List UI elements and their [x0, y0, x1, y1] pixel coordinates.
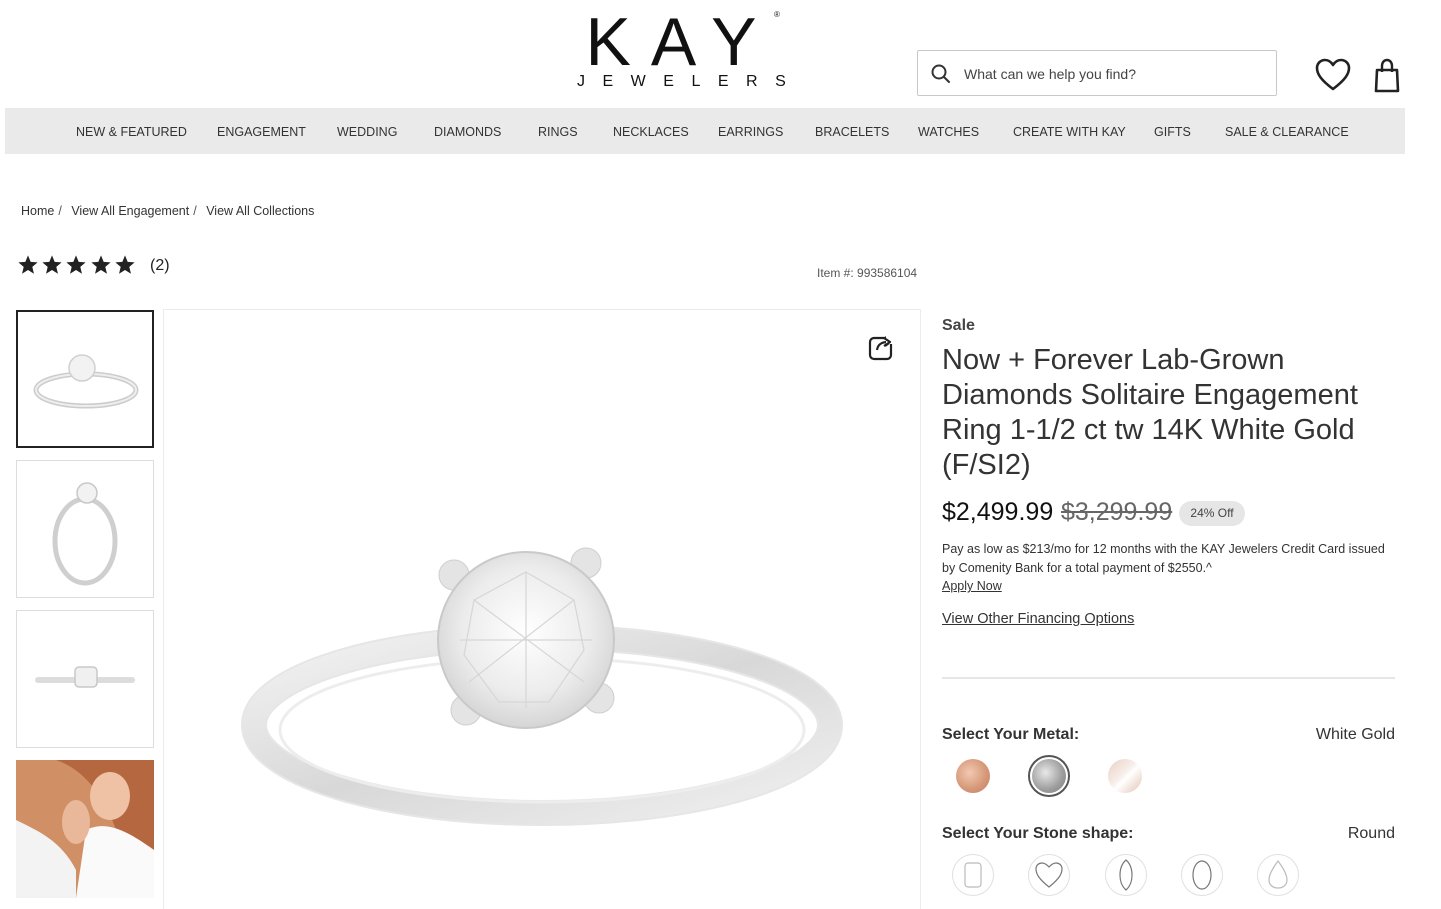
breadcrumb-separator: /	[58, 204, 62, 218]
nav-bracelets[interactable]: BRACELETS	[815, 108, 889, 154]
stone-shape-oval[interactable]	[1181, 854, 1223, 896]
original-price: $3,299.99	[1061, 498, 1173, 526]
sale-label: Sale	[942, 317, 975, 334]
metal-swatch-two-tone[interactable]	[1108, 759, 1142, 793]
nav-create-with-kay[interactable]: CREATE WITH KAY	[1013, 108, 1126, 154]
nav-sale-clearance[interactable]: SALE & CLEARANCE	[1225, 108, 1349, 154]
stone-shape-heart[interactable]	[1028, 854, 1070, 896]
ring-thumbnail-image	[33, 354, 139, 409]
shopping-bag-icon[interactable]	[1373, 58, 1401, 94]
thumbnail-model-wearing[interactable]	[16, 760, 154, 898]
marquise-cut-icon	[1119, 859, 1133, 891]
model-thumbnail-image	[16, 760, 154, 898]
stone-shape-marquise[interactable]	[1105, 854, 1147, 896]
ring-product-image	[241, 547, 843, 826]
breadcrumb: Home / View All Engagement / View All Coll…	[21, 204, 314, 218]
metal-select-label: Select Your Metal:	[942, 726, 1080, 743]
nav-engagement[interactable]: ENGAGEMENT	[217, 108, 306, 154]
search-input[interactable]	[962, 51, 1266, 97]
breadcrumb-separator: /	[193, 204, 197, 218]
thumbnail-ring-angle[interactable]	[16, 310, 154, 448]
divider	[942, 677, 1395, 679]
star-icon	[42, 255, 62, 274]
star-icon	[90, 255, 111, 274]
logo[interactable]: KAY	[576, 8, 786, 76]
apply-now-link[interactable]: Apply Now	[942, 579, 1002, 593]
search-icon[interactable]	[930, 63, 952, 85]
nav-earrings[interactable]: EARRINGS	[718, 108, 783, 154]
other-financing-link[interactable]: View Other Financing Options	[942, 611, 1134, 627]
review-count[interactable]: (2)	[150, 257, 170, 275]
star-icon	[18, 255, 38, 274]
stone-select-label: Select Your Stone shape:	[942, 825, 1134, 842]
thumbnail-ring-side[interactable]	[16, 460, 154, 598]
main-product-image[interactable]	[163, 309, 921, 909]
ring-thumbnail-image	[52, 482, 118, 586]
nav-watches[interactable]: WATCHES	[918, 108, 979, 154]
breadcrumb-collections[interactable]: View All Collections	[206, 204, 314, 218]
oval-cut-icon	[1192, 860, 1212, 890]
rating-stars[interactable]	[17, 254, 138, 276]
pear-cut-icon	[1268, 859, 1288, 889]
main-navigation: NEW & FEATURED ENGAGEMENT WEDDING DIAMON…	[5, 108, 1405, 154]
breadcrumb-engagement[interactable]: View All Engagement	[71, 204, 189, 218]
breadcrumb-home[interactable]: Home	[21, 204, 54, 218]
nav-wedding[interactable]: WEDDING	[337, 108, 397, 154]
nav-necklaces[interactable]: NECKLACES	[613, 108, 689, 154]
financing-text: Pay as low as $213/mo for 12 months with…	[942, 542, 1385, 575]
heart-cut-icon	[1035, 862, 1063, 888]
logo-subtitle: JEWELERS	[577, 73, 804, 90]
nav-gifts[interactable]: GIFTS	[1154, 108, 1191, 154]
stone-shape-emerald[interactable]	[952, 854, 994, 896]
star-icon	[115, 255, 135, 274]
nav-new-featured[interactable]: NEW & FEATURED	[76, 108, 187, 154]
nav-diamonds[interactable]: DIAMONDS	[434, 108, 501, 154]
logo-registered-mark: ®	[774, 10, 780, 19]
item-number: Item #: 993586104	[817, 266, 918, 280]
stone-shape-pear[interactable]	[1257, 854, 1299, 896]
sale-price: $2,499.99	[942, 498, 1054, 526]
share-icon[interactable]	[868, 333, 896, 361]
search-box[interactable]	[917, 50, 1277, 97]
discount-badge: 24% Off	[1179, 501, 1245, 526]
metal-swatch-white-gold-selected[interactable]	[1028, 755, 1070, 797]
metal-swatch-rose-gold[interactable]	[956, 759, 990, 793]
thumbnail-ring-flat[interactable]	[16, 610, 154, 748]
emerald-cut-icon	[964, 862, 982, 888]
metal-swatch-white-gold[interactable]	[1032, 759, 1066, 793]
nav-rings[interactable]: RINGS	[538, 108, 578, 154]
product-title: Now + Forever Lab-Grown Diamonds Solitai…	[942, 344, 1358, 481]
stone-selected-value: Round	[1347, 825, 1395, 842]
star-icon	[66, 255, 86, 274]
metal-selected-value: White Gold	[1315, 726, 1395, 743]
ring-thumbnail-image	[35, 666, 135, 688]
wishlist-heart-icon[interactable]	[1315, 58, 1351, 92]
